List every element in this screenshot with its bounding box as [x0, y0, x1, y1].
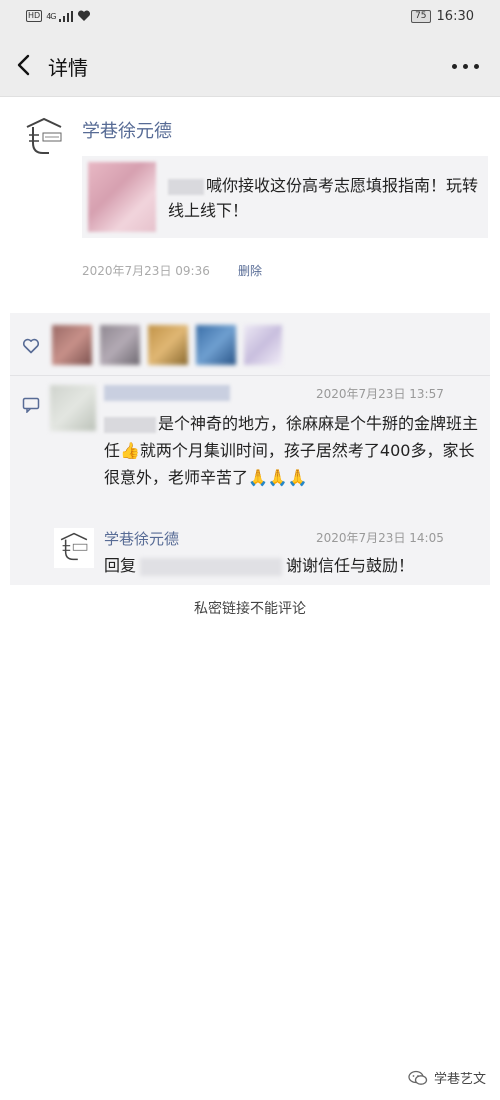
delete-link[interactable]: 删除	[238, 262, 262, 279]
dot-icon	[452, 64, 457, 69]
heart-status-icon	[78, 10, 91, 21]
reply-author-name[interactable]: 学巷徐元德	[104, 528, 179, 549]
more-options-button[interactable]	[452, 56, 480, 76]
logo-icon	[26, 117, 62, 154]
comment-text: 是个神奇的地方，徐麻麻是个牛掰的金牌班主任👍就两个月集训时间，孩子居然考了400…	[104, 414, 479, 487]
page-title: 详情	[48, 56, 88, 80]
comment-icon	[22, 397, 40, 413]
panel-divider	[10, 375, 490, 376]
blurred-recipient	[140, 557, 283, 576]
dot-icon	[474, 64, 479, 69]
reply-author-avatar[interactable]	[54, 528, 94, 568]
author-avatar[interactable]	[18, 112, 70, 164]
liker-avatar[interactable]	[52, 325, 92, 365]
watermark: 学巷艺文	[408, 1068, 486, 1087]
liker-avatar[interactable]	[100, 325, 140, 365]
nav-bar: 详情	[0, 36, 500, 97]
commenter-avatar[interactable]	[50, 385, 96, 431]
blurred-place	[104, 416, 156, 433]
private-link-notice: 私密链接不能评论	[194, 601, 306, 617]
shared-link-card[interactable]: 喊你接收这份高考志愿填报指南！玩转线上线下！	[82, 156, 488, 238]
back-arrow-icon[interactable]	[12, 50, 38, 80]
wechat-icon	[408, 1070, 428, 1085]
reply-prefix: 回复	[104, 556, 137, 575]
battery-indicator: 75	[411, 10, 431, 23]
logo-icon	[60, 532, 88, 561]
like-heart-icon	[22, 338, 40, 354]
liker-avatar[interactable]	[244, 325, 282, 365]
link-thumbnail	[88, 162, 156, 232]
comment-timestamp: 2020年7月23日 13:57	[316, 387, 444, 401]
status-bar: HD 4G 75 16:30	[0, 0, 500, 36]
network-indicator: 4G	[46, 11, 56, 21]
liker-avatar[interactable]	[196, 325, 236, 365]
liker-avatar[interactable]	[148, 325, 188, 365]
hd-indicator: HD	[26, 10, 43, 22]
reply-body[interactable]: 回复 谢谢信任与鼓励！	[104, 555, 480, 577]
reply-timestamp: 2020年7月23日 14:05	[316, 531, 444, 545]
link-title: 喊你接收这份高考志愿填报指南！玩转线上线下！	[168, 173, 478, 223]
watermark-text: 学巷艺文	[433, 1072, 486, 1087]
commenter-name-blurred[interactable]	[104, 385, 230, 401]
dot-icon	[463, 64, 468, 69]
post-author-name[interactable]: 学巷徐元德	[82, 117, 172, 143]
post-timestamp: 2020年7月23日 09:36	[82, 264, 210, 278]
clock: 16:30	[436, 9, 474, 24]
reply-text: 谢谢信任与鼓励！	[286, 556, 415, 575]
blurred-name	[168, 178, 204, 195]
link-title-text: 喊你接收这份高考志愿填报指南！玩转线上线下！	[168, 176, 479, 220]
signal-icon	[59, 10, 74, 22]
comment-body[interactable]: 是个神奇的地方，徐麻麻是个牛掰的金牌班主任👍就两个月集训时间，孩子居然考了400…	[104, 410, 480, 491]
